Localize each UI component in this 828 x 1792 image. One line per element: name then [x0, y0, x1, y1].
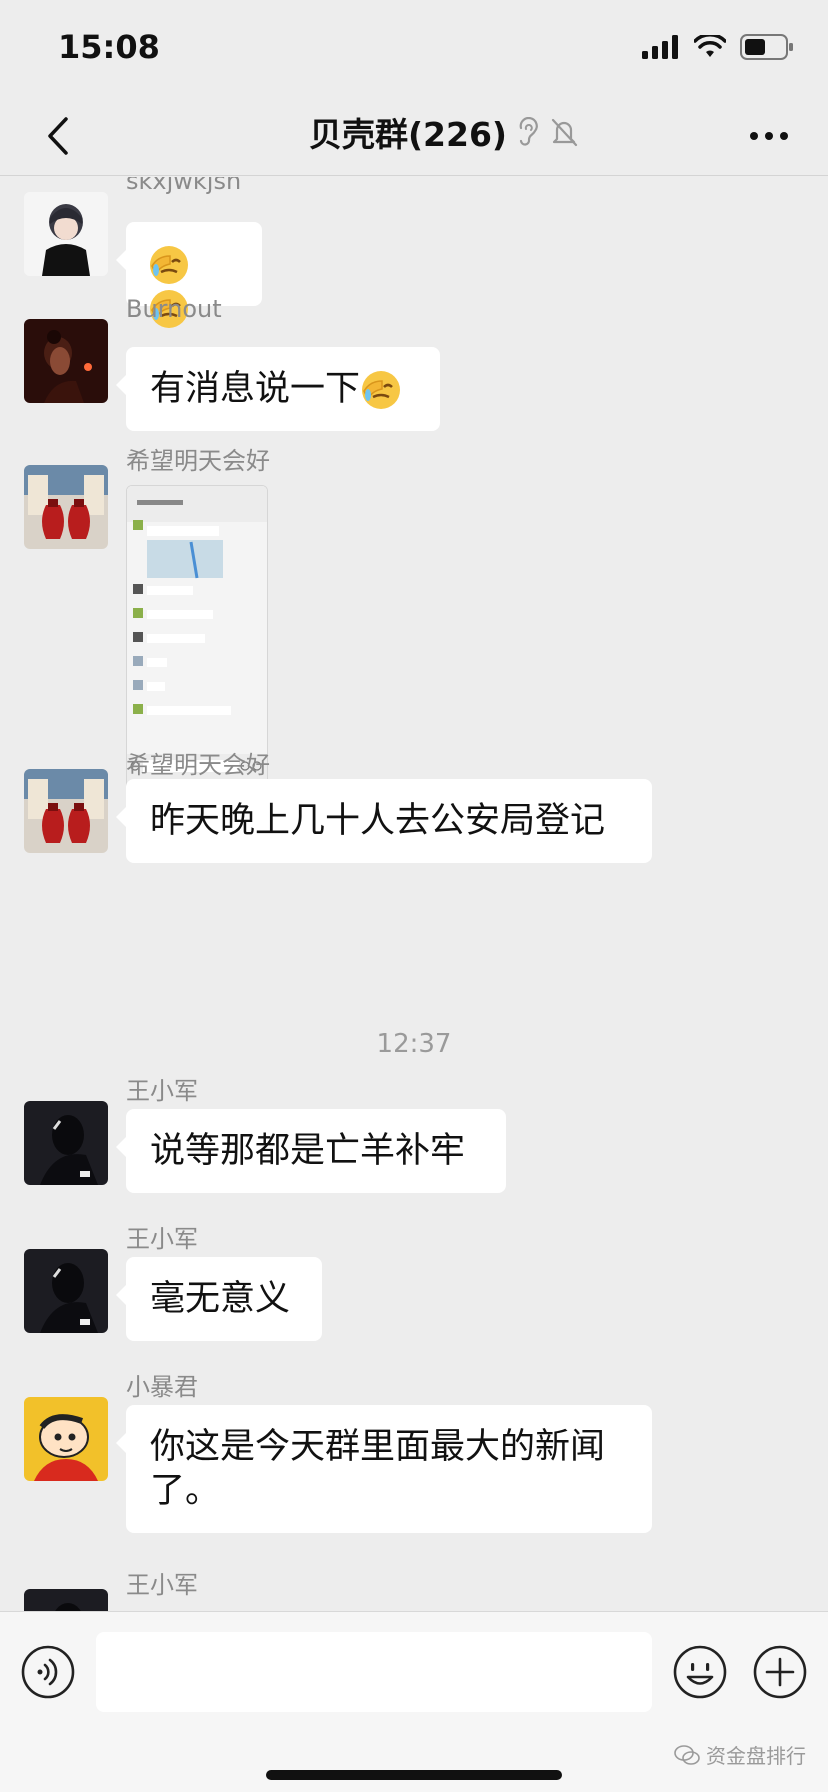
- chat-timestamp: 12:37: [376, 1029, 452, 1059]
- nav-bar: 贝壳群(226): [0, 96, 828, 176]
- more-button[interactable]: [744, 118, 794, 154]
- avatar[interactable]: [24, 192, 108, 276]
- status-icons: [642, 34, 794, 60]
- message-text: 毫无意义: [150, 1279, 291, 1319]
- avatar-hooded-person-icon: [24, 1249, 108, 1333]
- plus-icon: [753, 1645, 807, 1699]
- voice-button[interactable]: [20, 1644, 76, 1700]
- message-text-line: 了。: [150, 1471, 221, 1511]
- avatar-cartoon-boy-icon: [24, 1397, 108, 1481]
- watermark-text: 资金盘排行: [706, 1744, 806, 1768]
- watermark: 资金盘排行: [674, 1740, 806, 1769]
- ear-icon: [519, 117, 538, 146]
- message-bubble[interactable]: [116, 222, 262, 328]
- avatar[interactable]: [24, 1589, 108, 1611]
- voice-icon: [21, 1645, 75, 1699]
- facepalm-emoji: [362, 371, 401, 409]
- sender-name: 王小军: [126, 1077, 198, 1105]
- emoji-button[interactable]: [672, 1644, 728, 1700]
- battery-icon: [740, 34, 793, 60]
- avatar[interactable]: [24, 465, 108, 549]
- message-text: 昨天晚上几十人去公安局登记: [150, 801, 606, 841]
- sender-name: 希望明天会好: [126, 447, 270, 475]
- message-text: 说等那都是亡羊补牢: [150, 1131, 466, 1171]
- avatar[interactable]: [24, 1397, 108, 1481]
- home-indicator[interactable]: [266, 1770, 562, 1780]
- message-bubble[interactable]: 说等那都是亡羊补牢: [116, 1109, 506, 1193]
- sender-name: Burnout: [126, 295, 222, 323]
- message-bubble[interactable]: 毫无意义: [116, 1257, 322, 1341]
- message-bubble[interactable]: 昨天晚上几十人去公安局登记: [116, 779, 652, 863]
- sender-name: 小暴君: [126, 1373, 198, 1401]
- avatar[interactable]: [24, 319, 108, 403]
- wechat-icon: [674, 1744, 700, 1765]
- more-options-button[interactable]: [752, 1644, 808, 1700]
- avatar-portrait-icon: [24, 319, 108, 403]
- input-bar: 资金盘排行: [0, 1611, 828, 1792]
- sender-name: skxjwkjsn: [126, 177, 242, 195]
- facepalm-emoji: [150, 246, 188, 284]
- message-text-line: 你这是今天群里面最大的新闻: [150, 1427, 606, 1467]
- chat-area[interactable]: skxjwkjsn Burnout 有消息说一下 希望明天会好 希望明天会好 昨…: [0, 177, 828, 1611]
- sender-name: 希望明天会好: [126, 751, 270, 779]
- message-bubble[interactable]: 你这是今天群里面最大的新闻 了。: [116, 1405, 652, 1533]
- sender-name: 王小军: [126, 1571, 198, 1599]
- status-bar: 15:08: [0, 0, 828, 96]
- sender-name: 王小军: [126, 1225, 198, 1253]
- avatar-vases-icon: [24, 769, 108, 853]
- wifi-icon: [694, 35, 726, 57]
- smiley-icon: [673, 1645, 727, 1699]
- avatar[interactable]: [24, 1101, 108, 1185]
- avatar-hooded-person-icon: [24, 1589, 108, 1611]
- message-bubble[interactable]: 有消息说一下: [116, 347, 440, 431]
- message-input[interactable]: [96, 1632, 652, 1712]
- avatar[interactable]: [24, 769, 108, 853]
- avatar[interactable]: [24, 1249, 108, 1333]
- status-time: 15:08: [58, 28, 160, 66]
- bell-muted-icon: [551, 118, 578, 147]
- avatar-hooded-person-icon: [24, 1101, 108, 1185]
- chat-title: 贝壳群(226): [308, 115, 508, 154]
- more-dots-icon: [750, 132, 788, 140]
- message-text: 有消息说一下: [150, 369, 361, 409]
- nav-title-wrap: 贝壳群(226): [0, 108, 828, 156]
- avatar-vases-icon: [24, 465, 108, 549]
- signal-icon: [642, 35, 678, 59]
- avatar-anime-boy-icon: [24, 192, 108, 276]
